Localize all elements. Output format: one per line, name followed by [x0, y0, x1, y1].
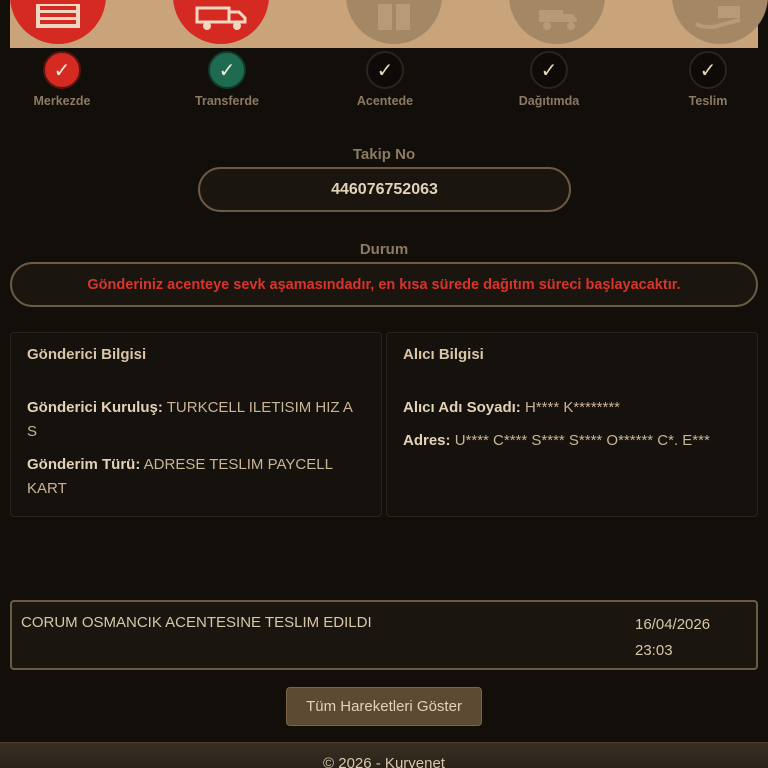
check-icon: ✓ [366, 51, 404, 89]
step-label: Teslim [688, 94, 728, 108]
progress-banner [10, 0, 768, 48]
step-label: Dağıtımda [518, 94, 580, 108]
step-label: Transferde [195, 94, 259, 108]
movement-row: CORUM OSMANCIK ACENTESINE TESLIM EDILDI … [10, 600, 758, 670]
check-icon: ✓ [530, 51, 568, 89]
step-label: Acentede [356, 94, 414, 108]
movement-description: CORUM OSMANCIK ACENTESINE TESLIM EDILDI [21, 614, 372, 631]
step-label: Merkezde [33, 94, 91, 108]
show-all-movements-button[interactable]: Tüm Hareketleri Göster [286, 687, 482, 726]
receiver-name-value: H**** K******** [524, 399, 621, 416]
check-icon: ✓ [689, 51, 727, 89]
receiver-title: Alıcı Bilgisi [403, 346, 484, 363]
progress-steps: ✓ Merkezde ✓ Transferde ✓ Acentede ✓ Dağ… [0, 48, 768, 118]
warehouse-icon [10, 0, 106, 44]
footer: © 2026 - Kuryenet [0, 742, 768, 768]
movement-date: 16/04/2026 [635, 616, 711, 633]
step-merkezde: ✓ Merkezde [0, 48, 127, 108]
movement-datetime: 16/04/2026 23:03 [635, 612, 710, 664]
check-icon: ✓ [43, 51, 81, 89]
step-dagitimda: ✓ Dağıtımda [484, 48, 614, 108]
step-transferde: ✓ Transferde [162, 48, 292, 108]
sender-card: Gönderici Bilgisi Gönderici Kuruluş: TUR… [10, 332, 382, 517]
status-message: Gönderiniz acenteye sevk aşamasındadır, … [10, 262, 758, 307]
step-acentede: ✓ Acentede [320, 48, 450, 108]
footer-copyright: © 2026 - Kuryenet [323, 755, 445, 768]
check-icon: ✓ [208, 51, 246, 89]
receiver-address-value: U**** C**** S**** S**** O****** C*. E*** [454, 432, 710, 449]
step-teslim: ✓ Teslim [643, 48, 768, 108]
tracking-number: 446076752063 [198, 167, 571, 212]
receiver-name: Alıcı Adı Soyadı: H**** K******** [403, 396, 741, 420]
sender-organization: Gönderici Kuruluş: TURKCELL ILETISIM HIZ… [27, 396, 365, 444]
receiver-address: Adres: U**** C**** S**** S**** O****** C… [403, 429, 741, 453]
hand-package-icon [672, 0, 768, 44]
package-icon [346, 0, 442, 44]
receiver-name-label: Alıcı Adı Soyadı: [403, 399, 521, 416]
delivery-vehicle-icon [509, 0, 605, 44]
truck-icon [173, 0, 269, 44]
shipment-type-label: Gönderim Türü: [27, 456, 141, 473]
receiver-address-label: Adres: [403, 432, 451, 449]
shipment-type: Gönderim Türü: ADRESE TESLIM PAYCELL KAR… [27, 453, 365, 501]
status-label: Durum [359, 241, 409, 258]
receiver-card: Alıcı Bilgisi Alıcı Adı Soyadı: H**** K*… [386, 332, 758, 517]
tracking-label: Takip No [352, 146, 416, 163]
sender-org-label: Gönderici Kuruluş: [27, 399, 163, 416]
sender-title: Gönderici Bilgisi [27, 346, 147, 363]
movement-time: 23:03 [635, 642, 673, 659]
